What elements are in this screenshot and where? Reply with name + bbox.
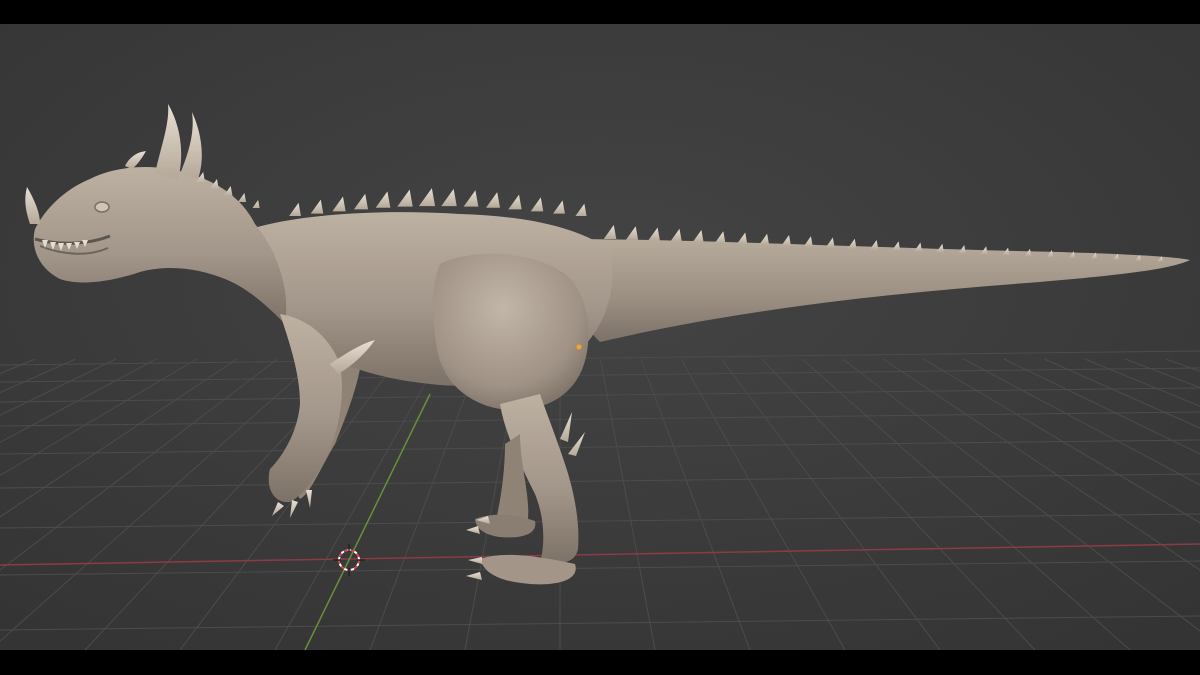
video-frame xyxy=(0,0,1200,675)
letterbox-bottom xyxy=(0,650,1200,675)
3d-viewport[interactable] xyxy=(0,24,1200,650)
letterbox-top xyxy=(0,0,1200,24)
object-origin-marker xyxy=(576,344,582,350)
viewport-canvas[interactable] xyxy=(0,24,1200,650)
eye xyxy=(94,201,110,213)
near-thigh xyxy=(433,253,589,411)
